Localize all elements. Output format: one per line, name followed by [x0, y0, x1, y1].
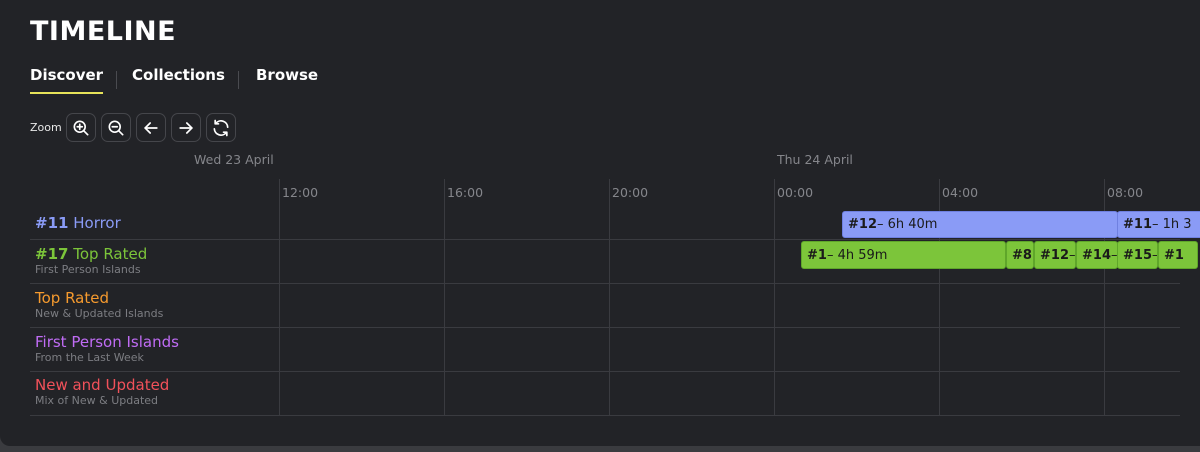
- bar-duration: – 6h 40m: [876, 217, 938, 232]
- hour-label: 00:00: [777, 185, 814, 200]
- arrow-left-icon: [144, 121, 158, 134]
- timeline-bar[interactable]: #15 –: [1117, 241, 1158, 269]
- tab-discover[interactable]: Discover: [30, 66, 104, 94]
- row-title: New and Updated: [35, 376, 170, 394]
- row-label-top-rated-fp[interactable]: #17 Top Rated First Person Islands: [35, 246, 147, 277]
- bar-duration: – 1h 3: [1151, 217, 1192, 232]
- row-subtitle: First Person Islands: [35, 263, 141, 276]
- zoom-out-button[interactable]: [101, 113, 131, 142]
- timeline-bar[interactable]: #1: [1158, 241, 1198, 269]
- page-title: TIMELINE: [30, 16, 177, 47]
- refresh-button[interactable]: [206, 113, 236, 142]
- tab-browse[interactable]: Browse: [256, 66, 318, 84]
- row-label-first-person[interactable]: First Person Islands From the Last Week: [35, 333, 179, 365]
- hour-label: 12:00: [282, 185, 319, 200]
- bar-rank: #1: [1164, 247, 1184, 263]
- refresh-icon: [213, 119, 229, 136]
- zoom-label: Zoom: [30, 121, 62, 134]
- timeline-bar[interactable]: #1 – 4h 59m: [801, 241, 1006, 269]
- row-subtitle: Mix of New & Updated: [35, 394, 159, 407]
- hour-label: 04:00: [942, 185, 979, 200]
- bar-rank: #1: [807, 247, 827, 263]
- bar-duration: – 4h 59m: [826, 247, 888, 263]
- bar-rank: #11: [1123, 217, 1152, 232]
- bar-duration: –: [1068, 247, 1076, 263]
- row-title: Horror: [73, 214, 121, 232]
- row-divider: [30, 239, 1180, 240]
- row-rank: #17: [35, 245, 69, 263]
- arrow-right-icon: [179, 121, 193, 134]
- row-subtitle: New & Updated Islands: [35, 307, 164, 320]
- timeline-bar[interactable]: #11 – 1h 3: [1117, 211, 1200, 238]
- bar-rank: #12: [1040, 247, 1069, 263]
- hour-label: 08:00: [1107, 185, 1144, 200]
- timeline-bar[interactable]: #8: [1006, 241, 1034, 269]
- row-title: Top Rated: [35, 289, 109, 307]
- row-divider: [30, 327, 1180, 328]
- timeline-bar[interactable]: #12 – 6h 40m: [842, 211, 1118, 238]
- hour-label: 20:00: [612, 185, 649, 200]
- row-name: #11 Horror: [35, 215, 121, 232]
- row-subtitle: From the Last Week: [35, 351, 144, 364]
- timeline-panel: TIMELINE Discover Collections Browse Zoo…: [0, 0, 1200, 446]
- row-divider: [30, 371, 1180, 372]
- date-label: Wed 23 April: [194, 152, 274, 167]
- row-label-horror[interactable]: #11 Horror: [35, 215, 121, 232]
- row-label-top-rated[interactable]: Top Rated New & Updated Islands: [35, 289, 164, 321]
- row-divider: [30, 415, 1180, 416]
- row-label-new-updated[interactable]: New and Updated Mix of New & Updated: [35, 376, 170, 408]
- row-rank: #11: [35, 214, 69, 232]
- zoom-out-icon: [108, 120, 124, 135]
- scroll-left-button[interactable]: [136, 113, 166, 142]
- tab-collections[interactable]: Collections: [132, 66, 225, 84]
- hour-label: 16:00: [447, 185, 484, 200]
- row-title: First Person Islands: [35, 333, 179, 351]
- timeline-bar[interactable]: #12 –: [1034, 241, 1076, 269]
- hour-gridline: [609, 179, 610, 416]
- date-label: Thu 24 April: [777, 152, 853, 167]
- zoom-in-icon: [73, 120, 89, 135]
- tab-divider: [116, 71, 117, 89]
- bar-rank: #12: [848, 217, 877, 232]
- row-title: Top Rated: [73, 245, 148, 263]
- scroll-right-button[interactable]: [171, 113, 201, 142]
- row-divider: [30, 283, 1180, 284]
- hour-gridline: [444, 179, 445, 416]
- hour-gridline: [279, 179, 280, 416]
- zoom-in-button[interactable]: [66, 113, 96, 142]
- timeline-bar[interactable]: #14 –: [1076, 241, 1118, 269]
- tab-divider: [238, 71, 239, 89]
- bar-rank: #14: [1082, 247, 1111, 263]
- row-name: #17 Top Rated: [35, 246, 147, 263]
- hour-gridline: [774, 179, 775, 416]
- bar-rank: #15: [1123, 247, 1152, 263]
- bar-rank: #8: [1012, 247, 1032, 263]
